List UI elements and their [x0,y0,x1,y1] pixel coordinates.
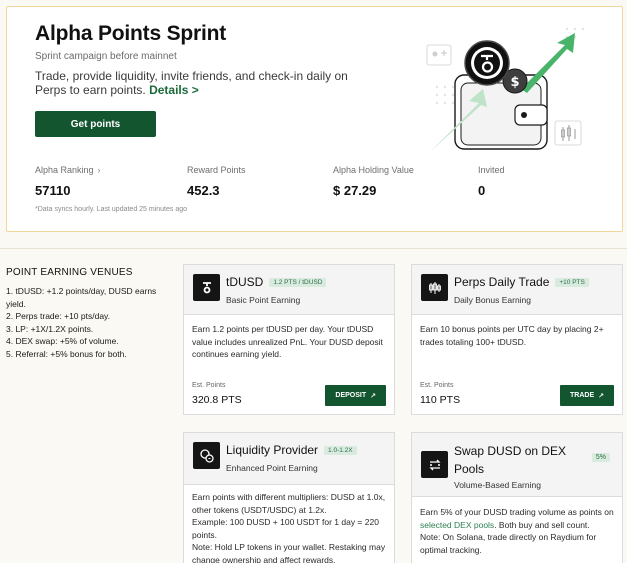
stat-invited: Invited 0 [478,165,505,198]
card-subtitle: Daily Bonus Earning [454,295,532,305]
venues-list: 1. tDUSD: +1.2 points/day, DUSD earns yi… [6,285,174,360]
swap-arrows-icon [421,451,448,478]
card-title-line: Swap DUSD on DEX [454,444,567,458]
points-badge: 1.2 PTS / tDUSD [269,278,327,288]
card-header: Swap DUSD on DEX Pools 5% Volume-Based E… [412,433,622,497]
deposit-button[interactable]: DEPOSIT ↗ [325,385,386,406]
card-title-text: tDUSD [226,275,264,289]
get-points-button[interactable]: Get points [35,111,156,137]
stat-value: $ 27.29 [333,183,377,198]
venue-card-swap: Swap DUSD on DEX Pools 5% Volume-Based E… [411,432,623,563]
card-description: Earn 1.2 points per tDUSD per day. Your … [192,324,383,359]
description-line: Earn points with different multipliers: … [192,492,386,515]
estimated-points: Est. Points 110 PTS [420,382,460,406]
card-description: Earn 5% of your DUSD trading volume as p… [412,497,622,563]
chevron-right-icon: › [97,165,101,175]
stat-label: Alpha Ranking [35,165,94,175]
list-item: 4. DEX swap: +5% of volume. [6,336,119,346]
est-value: 110 PTS [420,394,461,406]
stat-label: Alpha Holding Value [333,165,414,175]
card-header: tDUSD 1.2 PTS / tDUSD Basic Point Earning [184,265,394,315]
tdusd-logo-icon [193,274,220,301]
card-title: Perps Daily Trade +10 PTS [454,275,589,289]
campaign-hero: Alpha Points Sprint Sprint campaign befo… [6,6,623,232]
liquidity-coins-icon [193,442,220,469]
description-line: Example: 100 DUSD + 100 USDT for 1 day =… [192,517,379,540]
venue-card-liquidity: Liquidity Provider 1.0-1.2X Enhanced Poin… [183,432,395,563]
card-title-line: Pools [454,462,485,476]
description-text: . Both buy and sell count. [494,519,590,530]
stat-label: Reward Points [187,165,246,175]
page-title: Alpha Points Sprint [35,22,227,45]
trade-button[interactable]: TRADE ↗ [560,385,614,406]
card-title-text: Perps Daily Trade [454,275,550,289]
stats-row: Alpha Ranking › 57110 Reward Points 452.3… [35,165,615,205]
svg-text:$: $ [510,75,519,90]
list-item: 5. Referral: +5% bonus for both. [6,348,127,359]
stat-alpha-ranking[interactable]: Alpha Ranking › 57110 [35,165,101,198]
arrow-up-right-icon: ↗ [370,392,376,400]
card-title: tDUSD 1.2 PTS / tDUSD [226,275,327,289]
venues-heading: POINT EARNING VENUES [6,267,133,278]
description-line: Note: Hold LP tokens in your wallet. Res… [192,542,386,563]
points-badge: +10 PTS [555,278,589,288]
card-description: Earn points with different multipliers: … [184,485,394,563]
list-item: 3. LP: +1X/1.2X points. [6,323,94,334]
est-value: 320.8 PTS [192,394,242,406]
sync-note: *Data syncs hourly. Last updated 25 minu… [35,206,188,213]
est-label: Est. Points [420,382,454,389]
trade-label: TRADE [570,392,595,399]
description-text: Earn 5% of your DUSD trading volume as p… [420,507,614,517]
candlestick-icon [421,274,448,301]
venue-card-tdusd: tDUSD 1.2 PTS / tDUSD Basic Point Earning… [183,264,395,415]
card-subtitle: Enhanced Point Earning [226,463,318,473]
card-description: Earn 10 bonus points per UTC day by plac… [420,324,604,347]
multiplier-badge: 1.0-1.2X [324,446,357,456]
stat-label: Invited [478,165,505,175]
est-label: Est. Points [192,382,226,389]
selected-dex-pools-link[interactable]: selected DEX pools [420,520,494,530]
description-note: Note: On Solana, trade directly on Raydi… [420,532,597,555]
card-subtitle: Volume-Based Earning [454,480,541,490]
hero-description: Trade, provide liquidity, invite friends… [35,69,375,97]
venue-card-perps: Perps Daily Trade +10 PTS Daily Bonus Ear… [411,264,623,415]
card-title: Swap DUSD on DEX Pools [454,442,566,478]
card-header: Liquidity Provider 1.0-1.2X Enhanced Poin… [184,433,394,485]
hero-subtitle: Sprint campaign before mainnet [35,51,177,62]
stat-reward-points: Reward Points 452.3 [187,165,246,198]
card-title: Liquidity Provider 1.0-1.2X [226,443,357,457]
stat-value: 57110 [35,183,71,198]
stat-value: 452.3 [187,183,220,198]
details-link[interactable]: Details > [149,83,199,97]
card-subtitle: Basic Point Earning [226,295,301,305]
list-item: 2. Perps trade: +10 pts/day. [6,311,111,321]
percent-badge: 5% [591,453,610,462]
arrow-up-right-icon: ↗ [598,392,604,400]
card-header: Perps Daily Trade +10 PTS Daily Bonus Ear… [412,265,622,315]
estimated-points: Est. Points 320.8 PTS [192,382,242,406]
wallet-illustration: $ [426,27,585,153]
stat-value: 0 [478,183,486,198]
section-divider [0,248,627,249]
card-title-text: Liquidity Provider [226,443,319,457]
deposit-label: DEPOSIT [335,392,367,399]
list-item: 1. tDUSD: +1.2 points/day, DUSD earns yi… [6,286,157,309]
stat-alpha-holding-value: Alpha Holding Value $ 27.29 [333,165,414,198]
